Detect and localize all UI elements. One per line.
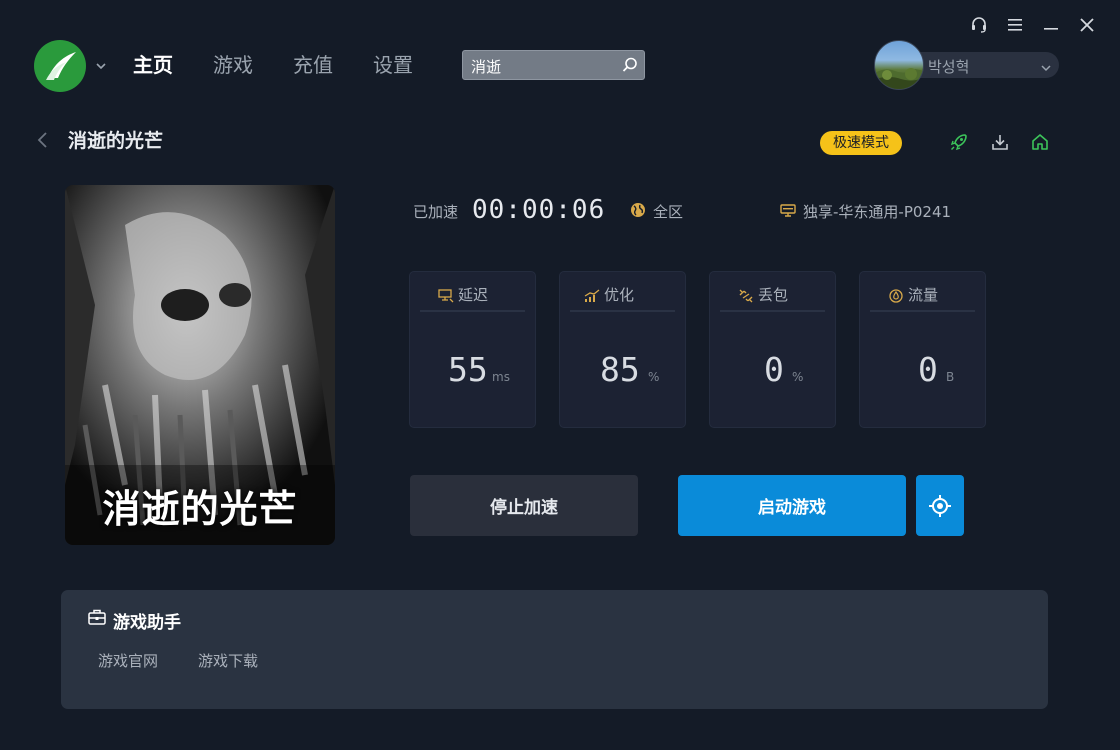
window-controls	[968, 14, 1098, 36]
cover-title-text: 消逝的光芒	[102, 487, 298, 531]
signal-icon	[584, 288, 600, 302]
search-icon[interactable]	[621, 56, 639, 74]
back-arrow-icon[interactable]	[36, 131, 50, 149]
divider	[870, 310, 975, 312]
stat-value: 0	[764, 350, 784, 389]
nav-item-home[interactable]: 主页	[133, 52, 173, 78]
divider	[570, 310, 675, 312]
app-logo[interactable]	[34, 40, 86, 92]
stat-card-optimization: 优化 85 %	[559, 271, 686, 428]
home-icon[interactable]	[1030, 132, 1050, 152]
close-icon[interactable]	[1076, 14, 1098, 36]
stop-acceleration-button[interactable]: 停止加速	[410, 475, 638, 536]
crosshair-icon	[929, 494, 951, 517]
elapsed-timer: 00:00:06	[472, 195, 606, 225]
official-site-link[interactable]: 游戏官网	[98, 650, 158, 671]
launch-game-button[interactable]: 启动游戏	[678, 475, 906, 536]
divider	[420, 310, 525, 312]
locate-button[interactable]	[916, 475, 964, 536]
stat-value: 55	[448, 350, 488, 389]
chevron-down-icon[interactable]	[1040, 59, 1052, 72]
search-input[interactable]	[471, 55, 621, 77]
toolbox-icon	[88, 608, 106, 626]
stat-unit: B	[946, 370, 955, 384]
stat-unit: %	[648, 370, 660, 384]
elapsed-label: 已加速	[413, 203, 459, 221]
game-download-link[interactable]: 游戏下载	[198, 650, 258, 671]
stat-unit: ms	[492, 370, 510, 384]
main-nav: 主页 游戏 充值 设置	[133, 52, 413, 78]
speed-mode-badge[interactable]: 极速模式	[820, 131, 902, 155]
username: 박성혁	[928, 58, 970, 76]
broken-link-icon	[738, 288, 754, 302]
stat-label: 流量	[908, 286, 939, 304]
stat-label: 延迟	[458, 286, 489, 304]
droplet-icon	[888, 288, 904, 303]
page-title: 消逝的光芒	[68, 130, 164, 152]
latency-icon	[438, 288, 454, 302]
server-label[interactable]: 独享-华东通用-P0241	[803, 201, 951, 222]
search-box	[462, 50, 645, 80]
nav-item-recharge[interactable]: 充值	[293, 52, 333, 78]
stat-unit: %	[792, 370, 804, 384]
avatar[interactable]	[874, 40, 924, 90]
rocket-icon[interactable]	[949, 132, 969, 152]
stat-card-traffic: 流量 0 B	[859, 271, 986, 428]
server-icon	[780, 203, 796, 217]
leaf-logo-icon	[46, 52, 76, 80]
stat-card-packet-loss: 丢包 0 %	[709, 271, 836, 428]
stat-value: 85	[600, 350, 640, 389]
nav-item-games[interactable]: 游戏	[213, 52, 253, 78]
stat-value: 0	[918, 350, 938, 389]
stat-label: 优化	[604, 286, 635, 304]
headset-icon[interactable]	[968, 14, 990, 36]
menu-icon[interactable]	[1004, 14, 1026, 36]
globe-icon	[630, 202, 646, 218]
helper-title: 游戏助手	[113, 613, 181, 633]
divider	[720, 310, 825, 312]
region-label[interactable]: 全区	[653, 201, 683, 222]
download-icon[interactable]	[990, 132, 1010, 152]
minimize-icon[interactable]	[1040, 14, 1062, 36]
chevron-down-icon[interactable]	[94, 58, 108, 72]
stat-label: 丢包	[758, 286, 789, 304]
game-cover: 消逝的光芒	[65, 185, 335, 545]
nav-item-settings[interactable]: 设置	[373, 52, 413, 78]
stat-card-latency: 延迟 55 ms	[409, 271, 536, 428]
